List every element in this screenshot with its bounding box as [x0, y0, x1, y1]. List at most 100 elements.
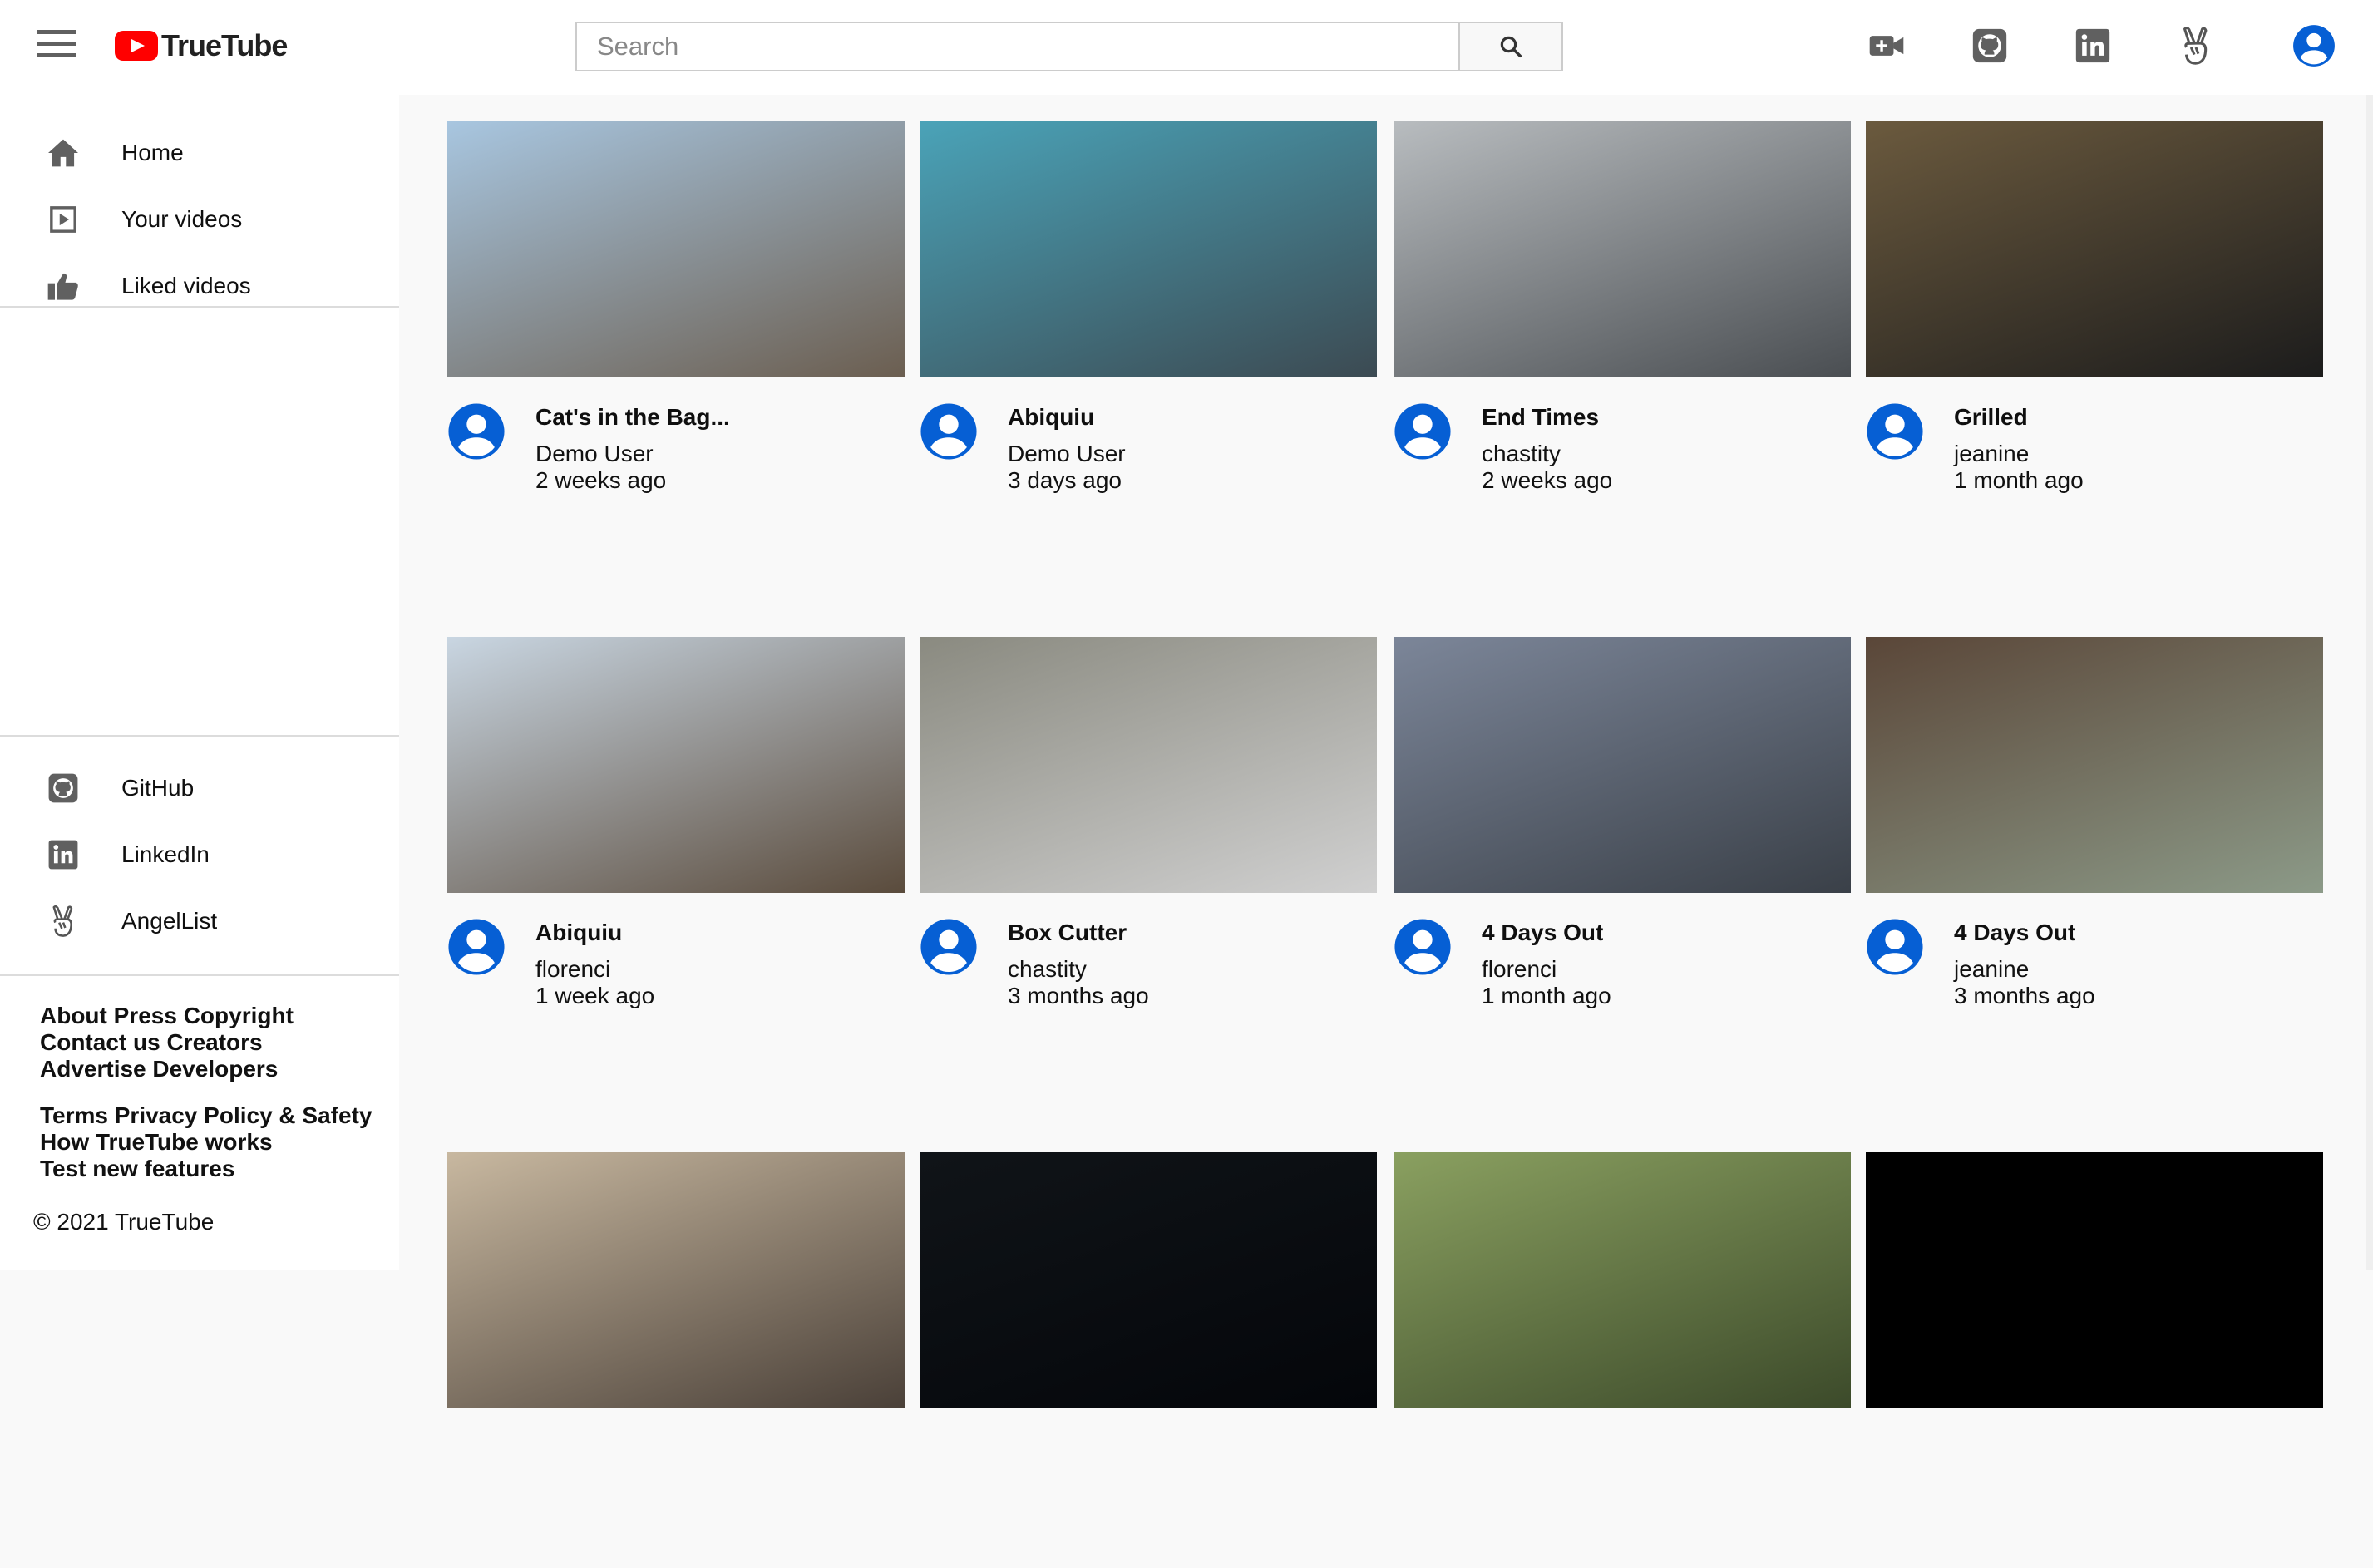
your-videos-icon [43, 200, 83, 239]
upload-time: 1 week ago [535, 983, 655, 1008]
channel-avatar-icon[interactable] [1394, 402, 1452, 461]
video-thumbnail[interactable] [920, 121, 1377, 377]
angellist-icon [43, 901, 83, 941]
sidebar-item-label: AngelList [121, 908, 218, 934]
video-card [920, 1152, 1377, 1568]
sidebar-item-linkedin[interactable]: LinkedIn [0, 821, 399, 888]
channel-name[interactable]: jeanine [1954, 956, 2029, 983]
video-card: 4 Days Out florenci 1 month ago [1394, 637, 1851, 1053]
github-icon [43, 768, 83, 808]
account-icon[interactable] [2292, 23, 2336, 68]
upload-time: 1 month ago [1954, 467, 2084, 493]
channel-avatar-icon[interactable] [920, 918, 978, 976]
sidebar: Home Your videos Liked videos GitHub Lin… [0, 95, 399, 1270]
home-icon [43, 133, 83, 173]
upload-time: 1 month ago [1482, 983, 1611, 1008]
channel-name[interactable]: Demo User [535, 441, 654, 467]
video-card: Box Cutter chastity 3 months ago [920, 637, 1377, 1053]
upload-time: 3 days ago [1008, 467, 1122, 493]
linkedin-icon [43, 835, 83, 875]
channel-avatar-icon[interactable] [1866, 402, 1924, 461]
video-thumbnail[interactable] [447, 121, 905, 377]
sidebar-item-your-videos[interactable]: Your videos [0, 186, 399, 253]
sidebar-item-label: GitHub [121, 775, 195, 801]
channel-name[interactable]: chastity [1482, 441, 1561, 467]
sidebar-divider [0, 974, 399, 976]
footer-link[interactable]: Advertise Developers [40, 1056, 278, 1082]
channel-avatar-icon[interactable] [920, 402, 978, 461]
play-logo-icon [115, 31, 158, 61]
channel-avatar-icon[interactable] [447, 918, 506, 976]
channel-avatar-icon[interactable] [447, 402, 506, 461]
channel-name[interactable]: florenci [1482, 956, 1557, 983]
video-title[interactable]: 4 Days Out [1482, 920, 1603, 946]
angellist-icon[interactable] [2173, 23, 2218, 68]
search-icon [1500, 36, 1522, 57]
video-card: 4 Days Out jeanine 3 months ago [1866, 637, 2323, 1053]
footer-link[interactable]: Terms Privacy Policy & Safety [40, 1102, 372, 1128]
sidebar-item-label: Liked videos [121, 273, 251, 298]
sidebar-item-angellist[interactable]: AngelList [0, 888, 399, 954]
video-title[interactable]: Abiquiu [1008, 404, 1094, 431]
hamburger-menu-icon[interactable] [37, 30, 76, 63]
sidebar-item-label: Home [121, 140, 184, 165]
channel-name[interactable]: jeanine [1954, 441, 2029, 467]
video-title[interactable]: 4 Days Out [1954, 920, 2075, 946]
sidebar-item-github[interactable]: GitHub [0, 755, 399, 821]
video-title[interactable]: Grilled [1954, 404, 2028, 431]
video-thumbnail[interactable] [447, 637, 905, 893]
video-title[interactable]: Cat's in the Bag... [535, 404, 730, 431]
upload-time: 2 weeks ago [1482, 467, 1613, 493]
sidebar-divider [0, 735, 399, 737]
github-icon[interactable] [1967, 23, 2012, 68]
sidebar-item-home[interactable]: Home [0, 120, 399, 186]
video-thumbnail[interactable] [1866, 1152, 2323, 1408]
video-card [1866, 1152, 2323, 1568]
video-card: End Times chastity 2 weeks ago [1394, 121, 1851, 537]
video-title[interactable]: Abiquiu [535, 920, 622, 946]
linkedin-icon[interactable] [2070, 23, 2115, 68]
footer-link[interactable]: About Press Copyright [40, 1003, 294, 1028]
channel-avatar-icon[interactable] [1394, 918, 1452, 976]
upload-time: 2 weeks ago [535, 467, 667, 493]
video-title[interactable]: End Times [1482, 404, 1599, 431]
upload-time: 3 months ago [1954, 983, 2095, 1008]
footer-links-group-1: About Press Copyright Contact us Creator… [40, 1003, 294, 1082]
video-card [1394, 1152, 1851, 1568]
search-button[interactable] [1458, 22, 1563, 71]
app-name: TrueTube [161, 28, 288, 62]
video-thumbnail[interactable] [920, 637, 1377, 893]
video-card: Abiquiu Demo User 3 days ago [920, 121, 1377, 537]
video-card: Cat's in the Bag... Demo User 2 weeks ag… [447, 121, 905, 537]
footer-link[interactable]: Contact us Creators [40, 1029, 263, 1055]
page-scrollbar[interactable] [2366, 95, 2373, 1270]
video-card [447, 1152, 905, 1568]
truetube-logo[interactable]: TrueTube [115, 28, 288, 63]
footer-link[interactable]: How TrueTube works [40, 1129, 273, 1155]
thumbs-up-icon [43, 266, 83, 306]
video-thumbnail[interactable] [1394, 637, 1851, 893]
channel-avatar-icon[interactable] [1866, 918, 1924, 976]
video-thumbnail[interactable] [1394, 121, 1851, 377]
video-card: Grilled jeanine 1 month ago [1866, 121, 2323, 537]
sidebar-divider [0, 306, 399, 308]
video-thumbnail[interactable] [447, 1152, 905, 1408]
video-title[interactable]: Box Cutter [1008, 920, 1127, 946]
video-thumbnail[interactable] [1394, 1152, 1851, 1408]
create-video-icon[interactable] [1864, 23, 1909, 68]
video-thumbnail[interactable] [1866, 637, 2323, 893]
search-input[interactable] [575, 22, 1458, 71]
video-thumbnail[interactable] [1866, 121, 2323, 377]
sidebar-item-liked-videos[interactable]: Liked videos [0, 253, 399, 319]
video-thumbnail[interactable] [920, 1152, 1377, 1408]
footer-link[interactable]: Test new features [40, 1156, 234, 1181]
channel-name[interactable]: florenci [535, 956, 610, 983]
video-card: Abiquiu florenci 1 week ago [447, 637, 905, 1053]
sidebar-item-label: LinkedIn [121, 841, 210, 867]
copyright-text: © 2021 TrueTube [33, 1209, 215, 1235]
upload-time: 3 months ago [1008, 983, 1149, 1008]
sidebar-item-label: Your videos [121, 206, 243, 232]
channel-name[interactable]: Demo User [1008, 441, 1126, 467]
footer-links-group-2: Terms Privacy Policy & Safety How TrueTu… [40, 1102, 372, 1182]
channel-name[interactable]: chastity [1008, 956, 1087, 983]
